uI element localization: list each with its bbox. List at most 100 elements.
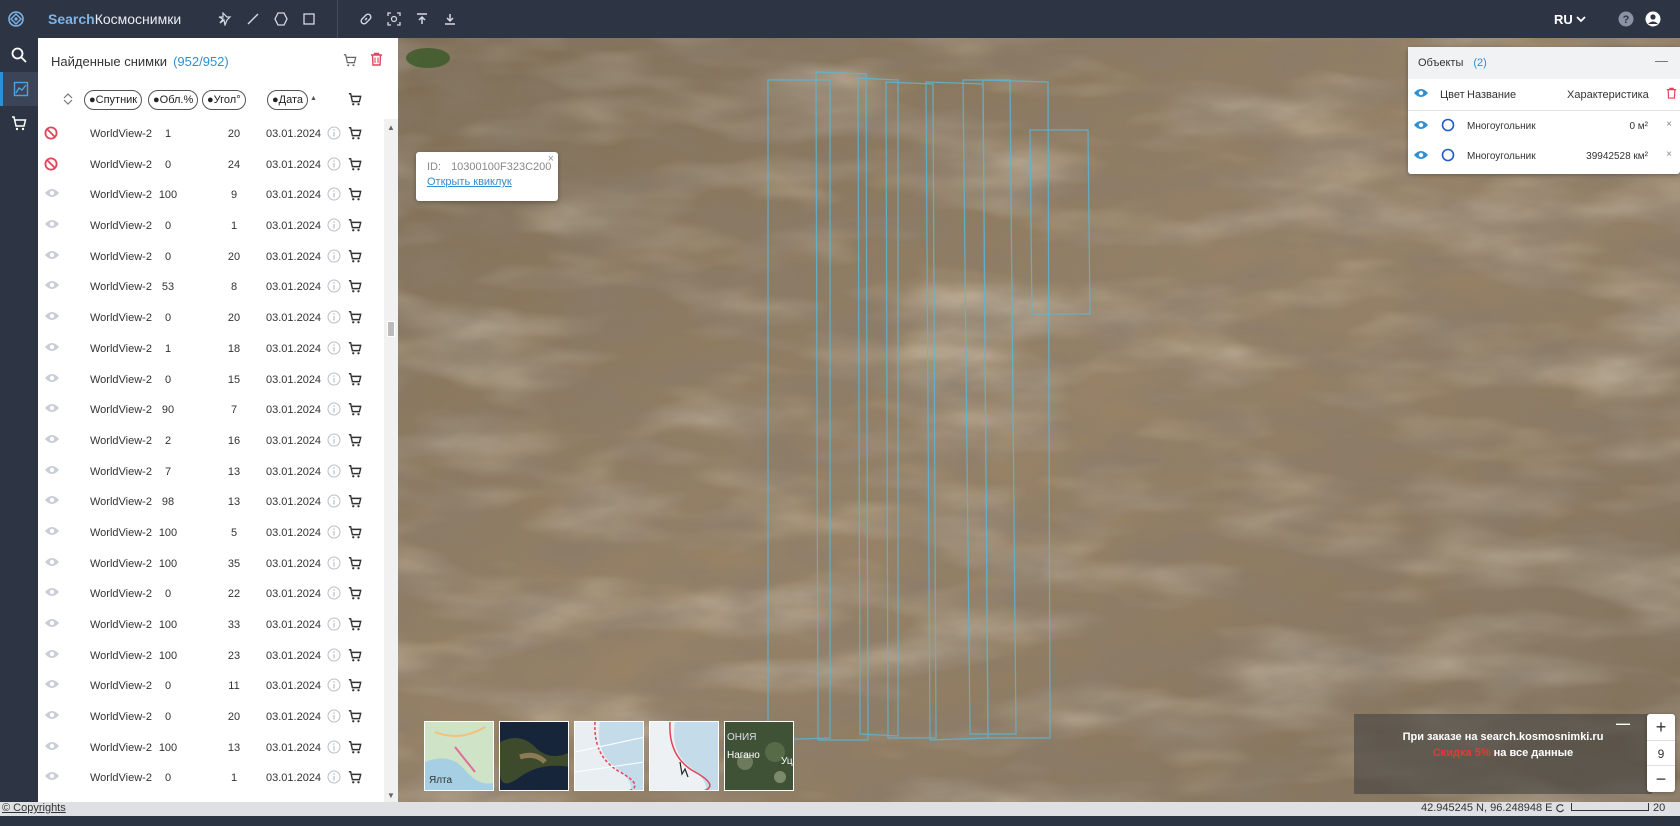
promo-banner[interactable]: — При заказе на search.kosmosnimki.ru Ск…	[1354, 714, 1652, 794]
trash-icon[interactable]	[1666, 87, 1677, 102]
add-to-cart-icon[interactable]	[348, 464, 362, 481]
info-icon[interactable]	[327, 433, 341, 450]
link-icon[interactable]	[352, 0, 380, 38]
result-row[interactable]: WorldView-2 100 13 03.01.2024	[38, 733, 383, 764]
add-to-cart-icon[interactable]	[348, 770, 362, 787]
result-row[interactable]: WorldView-2 100 35 03.01.2024	[38, 549, 383, 580]
info-icon[interactable]	[327, 187, 341, 204]
eye-icon[interactable]	[44, 372, 60, 387]
eye-icon[interactable]	[44, 770, 60, 785]
copyrights-link[interactable]: © Copyrights	[2, 802, 66, 814]
info-icon[interactable]	[327, 556, 341, 573]
result-row[interactable]: WorldView-2 0 22 03.01.2024	[38, 579, 383, 610]
results-scrollbar[interactable]: ▲ ▼	[384, 119, 398, 802]
cart-button[interactable]	[0, 106, 38, 140]
eye-icon[interactable]	[1413, 119, 1429, 134]
eye-icon[interactable]	[44, 525, 60, 540]
eye-icon[interactable]	[44, 648, 60, 663]
add-to-cart-icon[interactable]	[348, 341, 362, 358]
upload-icon[interactable]	[408, 0, 436, 38]
color-circle-icon[interactable]	[1441, 148, 1455, 165]
info-icon[interactable]	[327, 126, 341, 143]
line-tool-icon[interactable]	[239, 0, 267, 38]
eye-icon[interactable]	[44, 678, 60, 693]
result-row[interactable]: WorldView-2 1 18 03.01.2024	[38, 334, 383, 365]
add-to-cart-icon[interactable]	[348, 218, 362, 235]
basemap-map-thumb[interactable]: Ялта	[424, 721, 494, 791]
remove-object-icon[interactable]: ×	[1666, 119, 1672, 130]
polygon-tool-icon[interactable]	[267, 0, 295, 38]
info-icon[interactable]	[327, 279, 341, 296]
result-row[interactable]: WorldView-2 53 8 03.01.2024	[38, 272, 383, 303]
add-to-cart-icon[interactable]	[348, 556, 362, 573]
color-circle-icon[interactable]	[1441, 118, 1455, 135]
download-icon[interactable]	[436, 0, 464, 38]
add-to-cart-icon[interactable]	[348, 494, 362, 511]
info-icon[interactable]	[327, 494, 341, 511]
basemap-hybrid-thumb[interactable]	[574, 721, 644, 791]
header-cart-icon[interactable]	[348, 92, 362, 109]
open-quicklook-link[interactable]: Открыть квиклук	[427, 176, 547, 188]
add-to-cart-icon[interactable]	[348, 617, 362, 634]
add-to-cart-icon[interactable]	[348, 648, 362, 665]
add-to-cart-icon[interactable]	[348, 372, 362, 389]
add-to-cart-icon[interactable]	[348, 740, 362, 757]
zoom-in-button[interactable]: +	[1647, 714, 1675, 740]
eye-icon[interactable]	[44, 402, 60, 417]
zoom-out-button[interactable]: −	[1647, 766, 1675, 792]
eye-icon[interactable]	[44, 279, 60, 294]
result-row[interactable]: WorldView-2 7 13 03.01.2024	[38, 457, 383, 488]
minimize-promo-button[interactable]: —	[1616, 715, 1630, 731]
trash-icon[interactable]	[370, 52, 383, 69]
result-row[interactable]: WorldView-2 100 23 03.01.2024	[38, 641, 383, 672]
eye-icon[interactable]	[44, 249, 60, 264]
rectangle-tool-icon[interactable]	[295, 0, 323, 38]
language-selector[interactable]: RU	[1554, 0, 1586, 38]
basemap-night-thumb[interactable]: ОНИЯ Нагано Уц	[724, 721, 794, 791]
sort-cloud-button[interactable]: ●Обл.%	[148, 90, 199, 110]
eye-icon[interactable]	[44, 341, 60, 356]
eye-icon[interactable]	[44, 494, 60, 509]
info-icon[interactable]	[327, 709, 341, 726]
area-select-icon[interactable]	[380, 0, 408, 38]
eye-icon[interactable]	[44, 464, 60, 479]
result-row[interactable]: WorldView-2 98 13 03.01.2024	[38, 487, 383, 518]
add-to-cart-icon[interactable]	[348, 279, 362, 296]
info-icon[interactable]	[327, 464, 341, 481]
popup-close-icon[interactable]: ×	[548, 153, 554, 165]
sort-satellite-button[interactable]: ●Спутник	[84, 90, 143, 110]
add-to-cart-icon[interactable]	[348, 126, 362, 143]
add-to-cart-icon[interactable]	[348, 709, 362, 726]
basemap-satellite-thumb[interactable]	[499, 721, 569, 791]
info-icon[interactable]	[327, 372, 341, 389]
eye-icon[interactable]	[44, 310, 60, 325]
eye-icon[interactable]	[44, 709, 60, 724]
remove-object-icon[interactable]: ×	[1666, 149, 1672, 160]
blocked-icon[interactable]	[44, 126, 58, 143]
search-button[interactable]	[0, 38, 38, 72]
info-icon[interactable]	[327, 770, 341, 787]
eye-icon[interactable]	[44, 187, 60, 202]
scroll-up-icon[interactable]: ▲	[387, 123, 395, 132]
result-row[interactable]: WorldView-2 0 24 03.01.2024	[38, 150, 383, 181]
add-to-cart-icon[interactable]	[348, 157, 362, 174]
eye-icon[interactable]	[44, 218, 60, 233]
expand-collapse-icon[interactable]	[62, 93, 74, 108]
result-row[interactable]: WorldView-2 0 1 03.01.2024	[38, 763, 383, 794]
info-icon[interactable]	[327, 586, 341, 603]
result-row[interactable]: WorldView-2 100 33 03.01.2024	[38, 610, 383, 641]
eye-icon[interactable]	[44, 586, 60, 601]
eye-icon[interactable]	[1413, 87, 1429, 102]
eye-icon[interactable]	[44, 617, 60, 632]
minimize-objects-button[interactable]: —	[1655, 53, 1668, 68]
object-row[interactable]: Многоугольник 39942528 км² ×	[1408, 141, 1680, 171]
results-button[interactable]	[0, 72, 38, 106]
scroll-down-icon[interactable]: ▼	[387, 791, 395, 800]
info-icon[interactable]	[327, 218, 341, 235]
result-row[interactable]: WorldView-2 2 16 03.01.2024	[38, 426, 383, 457]
eye-icon[interactable]	[44, 433, 60, 448]
add-to-cart-icon[interactable]	[348, 187, 362, 204]
result-row[interactable]: WorldView-2 90 7 03.01.2024	[38, 395, 383, 426]
info-icon[interactable]	[327, 341, 341, 358]
help-icon[interactable]: ?	[1618, 11, 1634, 30]
